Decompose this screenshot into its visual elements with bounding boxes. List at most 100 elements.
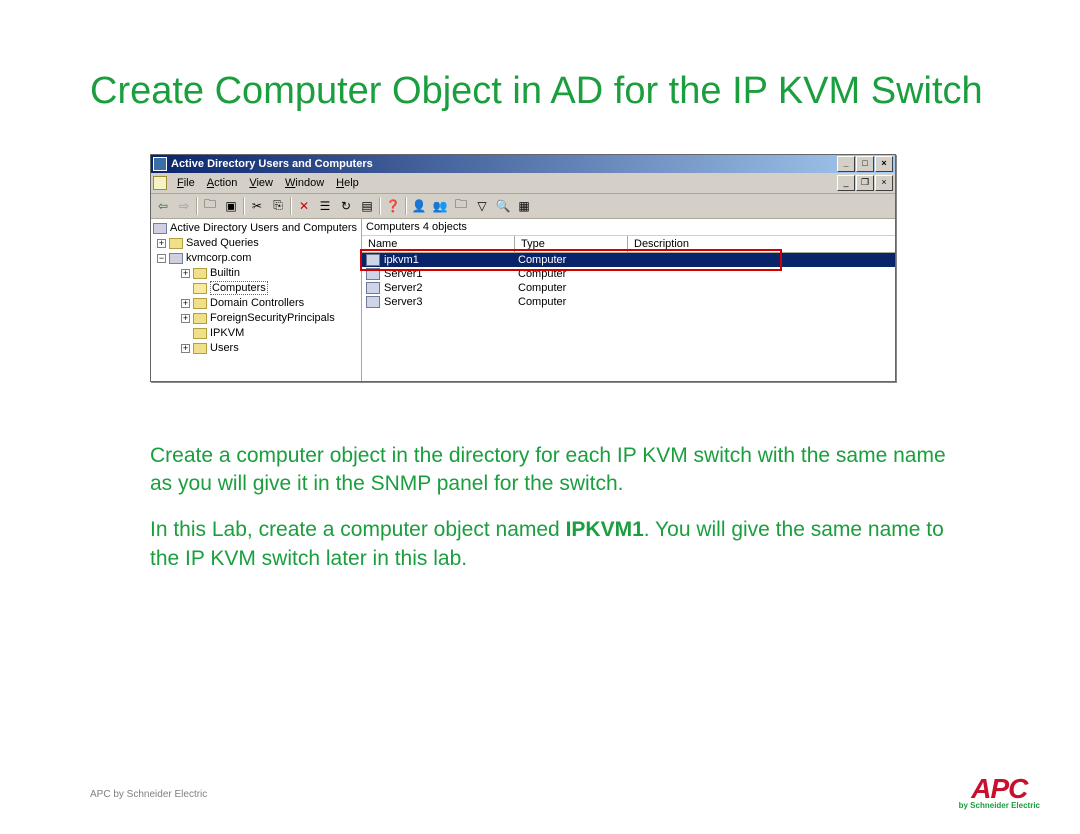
- folder-open-icon: [193, 283, 207, 294]
- col-type[interactable]: Type: [515, 236, 628, 252]
- titlebar: Active Directory Users and Computers _ □…: [151, 155, 895, 173]
- maximize-button[interactable]: □: [856, 156, 874, 172]
- collapse-icon[interactable]: −: [157, 254, 166, 263]
- new-group-button[interactable]: 👥: [430, 196, 450, 216]
- window-title: Active Directory Users and Computers: [171, 158, 837, 170]
- footer-text: APC by Schneider Electric: [90, 789, 207, 800]
- cell-type: Computer: [518, 296, 622, 308]
- expand-icon[interactable]: +: [181, 314, 190, 323]
- new-user-button[interactable]: 👤: [409, 196, 429, 216]
- folder-icon: [169, 238, 183, 249]
- cell-name: Server2: [384, 282, 518, 294]
- minimize-button[interactable]: _: [837, 156, 855, 172]
- cell-type: Computer: [518, 282, 622, 294]
- tree-label: Builtin: [210, 267, 240, 279]
- show-hide-button[interactable]: ▣: [221, 196, 241, 216]
- delete-button[interactable]: ✕: [294, 196, 314, 216]
- separator: [405, 197, 407, 215]
- logo-sub: by Schneider Electric: [959, 801, 1040, 810]
- domain-icon: [169, 253, 183, 264]
- mdi-icon: [153, 176, 167, 190]
- tree-label: ForeignSecurityPrincipals: [210, 312, 335, 324]
- menu-view[interactable]: View: [243, 175, 279, 191]
- text: In this Lab, create a computer object na…: [150, 518, 566, 541]
- folder-icon: [193, 313, 207, 324]
- computer-icon: [366, 268, 380, 280]
- cut-button[interactable]: ✂: [247, 196, 267, 216]
- list-rows: ipkvm1 Computer Server1 Computer Server2…: [362, 253, 895, 309]
- logo-main: APC: [959, 776, 1040, 801]
- tree-ipkvm[interactable]: IPKVM: [151, 326, 361, 341]
- computer-icon: [366, 254, 380, 266]
- column-headers: Name Type Description: [362, 236, 895, 253]
- separator: [290, 197, 292, 215]
- expand-icon[interactable]: +: [157, 239, 166, 248]
- expand-icon[interactable]: +: [181, 344, 190, 353]
- find-button[interactable]: 🔍: [493, 196, 513, 216]
- mdi-minimize-button[interactable]: _: [837, 175, 855, 191]
- tree-label-selected: Computers: [210, 281, 268, 295]
- filter-button[interactable]: ▽: [472, 196, 492, 216]
- toolbar: ⇦ ⇨ 🗀 ▣ ✂ ⎘ ✕ ☰ ↻ ▤ ❓ 👤 👥 🗀 ▽ 🔍 ▦: [151, 194, 895, 219]
- page-title: Create Computer Object in AD for the IP …: [90, 70, 990, 114]
- cell-name: ipkvm1: [384, 254, 518, 266]
- list-row[interactable]: ipkvm1 Computer: [362, 253, 895, 267]
- list-header: Computers 4 objects: [362, 219, 895, 236]
- tree-label: Saved Queries: [186, 237, 259, 249]
- forward-button[interactable]: ⇨: [174, 196, 194, 216]
- bold-text: IPKVM1: [566, 518, 644, 541]
- cell-type: Computer: [518, 268, 622, 280]
- mdi-restore-button[interactable]: ❐: [856, 175, 874, 191]
- folder-icon: [193, 328, 207, 339]
- tree-computers[interactable]: Computers: [151, 281, 361, 296]
- aduc-icon: [153, 223, 167, 234]
- folder-icon: [193, 343, 207, 354]
- menu-file[interactable]: File: [171, 175, 201, 191]
- close-button[interactable]: ×: [875, 156, 893, 172]
- list-row[interactable]: Server3 Computer: [362, 295, 895, 309]
- list-row[interactable]: Server1 Computer: [362, 267, 895, 281]
- back-button[interactable]: ⇦: [153, 196, 173, 216]
- add-to-group-button[interactable]: ▦: [514, 196, 534, 216]
- menu-action[interactable]: Action: [201, 175, 244, 191]
- spacer: [181, 329, 190, 338]
- tree-domain[interactable]: − kvmcorp.com: [151, 251, 361, 266]
- cell-name: Server1: [384, 268, 518, 280]
- col-description[interactable]: Description: [628, 236, 895, 252]
- tree-pane[interactable]: Active Directory Users and Computers + S…: [151, 219, 362, 381]
- tree-label: IPKVM: [210, 327, 244, 339]
- window-control-buttons: _ □ ×: [837, 156, 893, 172]
- properties-button[interactable]: ☰: [315, 196, 335, 216]
- tree-label: kvmcorp.com: [186, 252, 251, 264]
- body-text: Create a computer object in the director…: [150, 442, 950, 573]
- separator: [379, 197, 381, 215]
- mdi-close-button[interactable]: ×: [875, 175, 893, 191]
- computer-icon: [366, 296, 380, 308]
- up-folder-button[interactable]: 🗀: [200, 196, 220, 216]
- cell-type: Computer: [518, 254, 622, 266]
- tree-fsp[interactable]: + ForeignSecurityPrincipals: [151, 311, 361, 326]
- tree-root[interactable]: Active Directory Users and Computers: [151, 221, 361, 236]
- expand-icon[interactable]: +: [181, 269, 190, 278]
- menubar: File Action View Window Help _ ❐ ×: [151, 173, 895, 194]
- tree-users[interactable]: + Users: [151, 341, 361, 356]
- col-name[interactable]: Name: [362, 236, 515, 252]
- menu-window[interactable]: Window: [279, 175, 330, 191]
- tree-builtin[interactable]: + Builtin: [151, 266, 361, 281]
- refresh-button[interactable]: ↻: [336, 196, 356, 216]
- expand-icon[interactable]: +: [181, 299, 190, 308]
- new-ou-button[interactable]: 🗀: [451, 196, 471, 216]
- export-button[interactable]: ▤: [357, 196, 377, 216]
- help-button[interactable]: ❓: [383, 196, 403, 216]
- separator: [196, 197, 198, 215]
- tree-saved-queries[interactable]: + Saved Queries: [151, 236, 361, 251]
- tree-domain-controllers[interactable]: + Domain Controllers: [151, 296, 361, 311]
- client-area: Active Directory Users and Computers + S…: [151, 219, 895, 381]
- tree-label: Users: [210, 342, 239, 354]
- mdi-control-buttons: _ ❐ ×: [837, 175, 893, 191]
- list-row[interactable]: Server2 Computer: [362, 281, 895, 295]
- copy-button[interactable]: ⎘: [268, 196, 288, 216]
- folder-icon: [193, 298, 207, 309]
- menu-help[interactable]: Help: [330, 175, 365, 191]
- apc-logo: APC by Schneider Electric: [959, 776, 1040, 810]
